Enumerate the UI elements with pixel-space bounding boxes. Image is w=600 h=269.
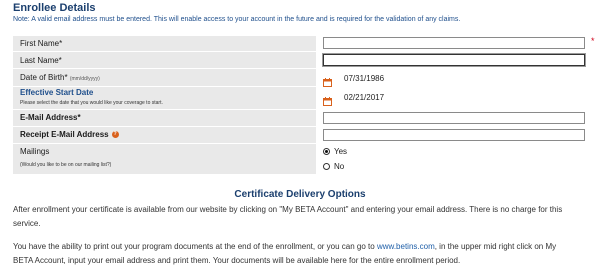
- dob-label-text: Date of Birth*: [20, 73, 68, 82]
- radio-no-label[interactable]: No: [334, 162, 344, 171]
- start-date-value[interactable]: 02/21/2017: [344, 93, 384, 102]
- start-date-row: Effective Start Date Please select the d…: [13, 87, 588, 109]
- radio-no[interactable]: [323, 163, 330, 170]
- start-date-label: Effective Start Date: [20, 88, 94, 97]
- certificate-delivery-heading: Certificate Delivery Options: [234, 189, 366, 200]
- receipt-email-label: Receipt E-Mail Address: [20, 130, 109, 139]
- calendar-icon[interactable]: [323, 93, 332, 106]
- email-input[interactable]: [323, 112, 585, 124]
- label-cell: Mailings (Would you like to be on our ma…: [13, 144, 316, 174]
- dob-label: Date of Birth* (mm/dd/yyyy): [20, 73, 100, 82]
- label-cell: E-Mail Address*: [13, 110, 316, 126]
- paragraph1-line1: After enrollment your certificate is ava…: [13, 205, 563, 214]
- enrollee-details-heading: Enrollee Details: [13, 2, 96, 14]
- label-cell: First Name*: [13, 36, 316, 51]
- start-date-picker[interactable]: 02/21/2017: [323, 91, 384, 106]
- label-cell: Date of Birth* (mm/dd/yyyy): [13, 69, 316, 86]
- first-name-label: First Name*: [20, 39, 63, 48]
- mailings-label: Mailings: [20, 147, 50, 156]
- last-name-row: Last Name*: [13, 52, 588, 68]
- radio-yes-label[interactable]: Yes: [334, 147, 347, 156]
- label-cell: Last Name*: [13, 52, 316, 68]
- certificate-paragraph-2: You have the ability to print out your p…: [13, 240, 598, 268]
- mailings-option-no[interactable]: No: [323, 162, 344, 171]
- email-label: E-Mail Address*: [20, 113, 81, 122]
- radio-yes[interactable]: [323, 148, 330, 155]
- label-cell: Effective Start Date Please select the d…: [13, 87, 316, 109]
- dob-value[interactable]: 07/31/1986: [344, 74, 384, 83]
- dob-date-picker[interactable]: 07/31/1986: [323, 72, 384, 87]
- last-name-label: Last Name*: [20, 56, 62, 65]
- dob-format-hint: (mm/dd/yyyy): [69, 76, 100, 82]
- receipt-email-label-wrap: Receipt E-Mail Address?: [20, 130, 119, 139]
- paragraph2-mid: , in the upper mid right click on My: [434, 242, 557, 251]
- paragraph2-line2: BETA Account, input your email address a…: [13, 256, 461, 265]
- start-date-help: Please select the date that you would li…: [20, 100, 163, 106]
- last-name-input[interactable]: [323, 54, 585, 66]
- dob-row: Date of Birth* (mm/dd/yyyy) 07/31/1986: [13, 69, 588, 87]
- calendar-icon[interactable]: [323, 74, 332, 87]
- email-row: E-Mail Address*: [13, 110, 588, 126]
- receipt-email-row: Receipt E-Mail Address?: [13, 127, 588, 143]
- paragraph2-start: You have the ability to print out your p…: [13, 242, 377, 251]
- help-icon[interactable]: ?: [111, 131, 119, 139]
- email-note: Note: A valid email address must be ente…: [13, 16, 461, 23]
- required-marker: *: [591, 36, 595, 46]
- paragraph1-line2: service.: [13, 219, 41, 228]
- betins-link[interactable]: www.betins.com: [377, 242, 435, 251]
- first-name-row: First Name* *: [13, 36, 595, 51]
- mailings-row: Mailings (Would you like to be on our ma…: [13, 144, 588, 174]
- mailings-option-yes[interactable]: Yes: [323, 147, 347, 156]
- first-name-input[interactable]: [323, 37, 585, 49]
- certificate-paragraph-1: After enrollment your certificate is ava…: [13, 203, 598, 231]
- mailings-help: (Would you like to be on our mailing lis…: [20, 162, 112, 168]
- receipt-email-input[interactable]: [323, 129, 585, 141]
- label-cell: Receipt E-Mail Address?: [13, 127, 316, 143]
